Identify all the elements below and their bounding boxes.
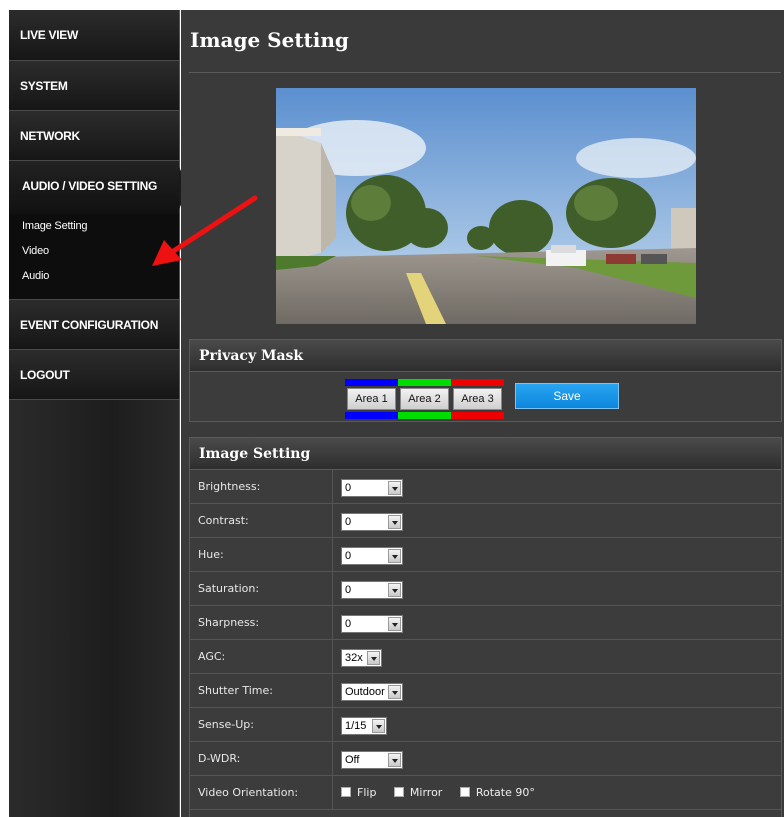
sidebar-subitem-video[interactable]: Video: [9, 239, 179, 264]
select-value: 0: [345, 482, 352, 494]
area-2-button[interactable]: Area 2: [398, 379, 451, 419]
flip-checkbox[interactable]: Flip: [341, 786, 376, 799]
hue-label: Hue:: [190, 538, 333, 571]
orientation-options: Flip Mirror Rotate 90°: [341, 786, 549, 799]
hue-row: Hue: 0: [190, 538, 781, 572]
sidebar-item-system[interactable]: SYSTEM: [9, 61, 179, 111]
sidebar-item-event-configuration[interactable]: EVENT CONFIGURATION: [9, 300, 179, 350]
saturation-select[interactable]: 0: [341, 581, 403, 599]
checkbox-icon: [341, 787, 351, 797]
sidebar-item-network[interactable]: NETWORK: [9, 111, 179, 161]
select-value: 0: [345, 618, 352, 630]
shutter-time-label: Shutter Time:: [190, 674, 333, 707]
select-value: 0: [345, 550, 352, 562]
sidebar-item-logout[interactable]: LOGOUT: [9, 350, 179, 400]
saturation-row: Saturation: 0: [190, 572, 781, 606]
save-button[interactable]: Save: [515, 383, 619, 409]
sidebar-item-label: AUDIO / VIDEO SETTING: [22, 179, 158, 193]
image-setting-heading: Image Setting: [190, 438, 781, 470]
select-value: 1/15: [345, 720, 367, 732]
mirror-checkbox[interactable]: Mirror: [393, 786, 443, 799]
divider: [189, 72, 781, 73]
main-content: Image Setting Privacy Mask Area 1 Area 2…: [181, 10, 784, 817]
area-color-bar: [398, 379, 451, 386]
privacy-mask-heading: Privacy Mask: [190, 340, 781, 372]
sense-up-row: Sense-Up: 1/15: [190, 708, 781, 742]
select-value: 0: [345, 584, 352, 596]
sidebar-section-audio-video: AUDIO / VIDEO SETTING Image Setting Vide…: [9, 161, 189, 300]
chevron-down-icon: [388, 515, 401, 529]
contrast-row: Contrast: 0: [190, 504, 781, 538]
checkbox-icon: [393, 787, 404, 797]
shutter-time-select[interactable]: Outdoor: [341, 683, 403, 701]
area-color-bar: [451, 412, 504, 419]
chevron-down-icon: [388, 753, 401, 767]
area-1-button[interactable]: Area 1: [345, 379, 398, 419]
chevron-down-icon: [372, 719, 385, 733]
select-value: 32x: [345, 652, 363, 664]
chevron-down-icon: [388, 549, 401, 563]
rotate-90-checkbox[interactable]: Rotate 90°: [459, 786, 535, 799]
page-title: Image Setting: [190, 28, 349, 52]
video-orientation-label: Video Orientation:: [190, 776, 333, 809]
d-wdr-label: D-WDR:: [190, 742, 333, 775]
camera-preview-image: [276, 88, 696, 324]
brightness-row: Brightness: 0: [190, 470, 781, 504]
area-color-bar: [398, 412, 451, 419]
chevron-down-icon: [388, 685, 401, 699]
agc-row: AGC: 32x: [190, 640, 781, 674]
sense-up-select[interactable]: 1/15: [341, 717, 387, 735]
select-value: Outdoor: [345, 686, 385, 698]
privacy-mask-panel: Privacy Mask Area 1 Area 2 Area 3 Save: [189, 339, 782, 422]
sidebar-subitem-audio[interactable]: Audio: [9, 264, 179, 289]
sidebar-item-audio-video-setting[interactable]: AUDIO / VIDEO SETTING: [9, 161, 189, 214]
checkbox-label: Flip: [357, 786, 377, 799]
sharpness-select[interactable]: 0: [341, 615, 403, 633]
sidebar-item-live-view[interactable]: LIVE VIEW: [9, 10, 179, 61]
privacy-mask-controls: Area 1 Area 2 Area 3 Save: [190, 372, 781, 422]
shutter-time-row: Shutter Time: Outdoor: [190, 674, 781, 708]
sharpness-row: Sharpness: 0: [190, 606, 781, 640]
area-color-bar: [345, 412, 398, 419]
chevron-down-icon: [388, 481, 401, 495]
area-button-label: Area 1: [347, 388, 396, 410]
browser-content: LIVE VIEW SYSTEM NETWORK AUDIO / VIDEO S…: [0, 0, 784, 817]
agc-select[interactable]: 32x: [341, 649, 382, 667]
agc-label: AGC:: [190, 640, 333, 673]
saturation-label: Saturation:: [190, 572, 333, 605]
contrast-label: Contrast:: [190, 504, 333, 537]
checkbox-label: Rotate 90°: [475, 786, 535, 799]
checkbox-icon: [459, 787, 470, 797]
brightness-label: Brightness:: [190, 470, 333, 503]
d-wdr-select[interactable]: Off: [341, 751, 403, 769]
area-3-button[interactable]: Area 3: [451, 379, 504, 419]
contrast-select[interactable]: 0: [341, 513, 403, 531]
sidebar-subitem-image-setting[interactable]: Image Setting: [9, 214, 179, 239]
area-button-label: Area 2: [400, 388, 449, 410]
video-orientation-row: Video Orientation: Flip Mirror Rotate 90…: [190, 776, 781, 810]
chevron-down-icon: [367, 651, 380, 665]
select-value: Off: [345, 754, 360, 766]
chevron-down-icon: [388, 583, 401, 597]
area-color-bar: [345, 379, 398, 386]
brightness-select[interactable]: 0: [341, 479, 403, 497]
area-button-label: Area 3: [453, 388, 502, 410]
chevron-down-icon: [388, 617, 401, 631]
checkbox-label: Mirror: [409, 786, 443, 799]
d-wdr-row: D-WDR: Off: [190, 742, 781, 776]
image-setting-panel: Image Setting Brightness: 0 Contrast: 0 …: [189, 437, 782, 817]
hue-select[interactable]: 0: [341, 547, 403, 565]
area-color-bar: [451, 379, 504, 386]
sense-up-label: Sense-Up:: [190, 708, 333, 741]
sharpness-label: Sharpness:: [190, 606, 333, 639]
select-value: 0: [345, 516, 352, 528]
sidebar-nav: LIVE VIEW SYSTEM NETWORK AUDIO / VIDEO S…: [9, 10, 189, 817]
